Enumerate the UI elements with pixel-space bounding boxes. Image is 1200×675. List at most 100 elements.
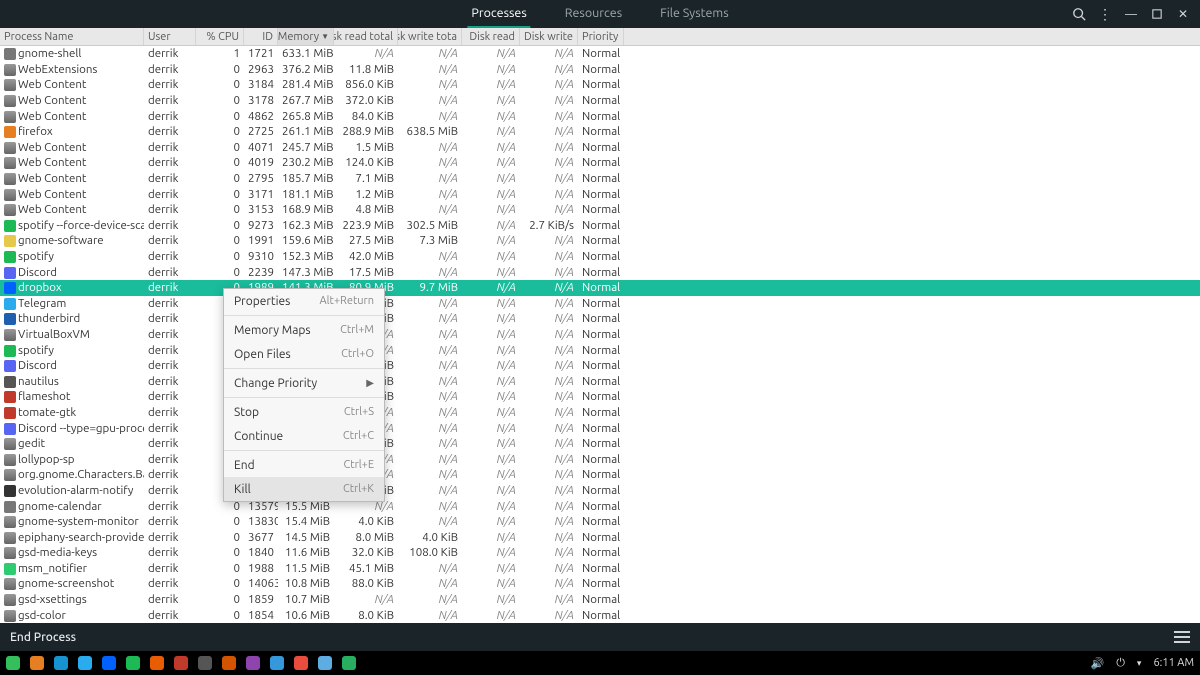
cell-user: derrik <box>144 47 196 60</box>
ctx-end[interactable]: EndCtrl+E <box>224 453 384 477</box>
cell-cpu: 0 <box>196 609 244 622</box>
table-row[interactable]: dropboxderrik01989141.3 MiB80.9 MiB9.7 M… <box>0 280 1200 296</box>
code-icon[interactable] <box>246 656 260 670</box>
table-row[interactable]: lollypop-spderrikiBN/AN/AN/AN/ANormal <box>0 451 1200 467</box>
files-icon[interactable] <box>318 656 332 670</box>
col-id[interactable]: ID <box>244 28 278 45</box>
editor-icon[interactable] <box>270 656 284 670</box>
table-row[interactable]: gnome-system-monitorderrik01383015.4 MiB… <box>0 514 1200 530</box>
table-row[interactable]: Web Contentderrik03153168.9 MiB4.8 MiBN/… <box>0 202 1200 218</box>
trash-icon[interactable] <box>174 656 188 670</box>
table-row[interactable]: WebExtensionsderrik02963376.2 MiB11.8 Mi… <box>0 62 1200 78</box>
table-row[interactable]: thunderbirdderrikiB4.6 MiBN/AN/AN/ANorma… <box>0 311 1200 327</box>
minimize-icon[interactable]: — <box>1124 7 1138 21</box>
col-disk-write-total[interactable]: Disk write tota <box>398 28 462 45</box>
search-icon[interactable] <box>1072 7 1086 21</box>
table-row[interactable]: tomate-gtkderrik/AN/AN/AN/AN/ANormal <box>0 405 1200 421</box>
tab-resources[interactable]: Resources <box>561 0 626 28</box>
table-row[interactable]: Web Contentderrik03178267.7 MiB372.0 KiB… <box>0 93 1200 109</box>
table-row[interactable]: Web Contentderrik02795185.7 MiB7.1 MiBN/… <box>0 171 1200 187</box>
menu-shortcut: Ctrl+S <box>344 406 374 418</box>
tab-processes[interactable]: Processes <box>467 0 530 28</box>
table-row[interactable]: nautilusderrikiB108.0 KiBN/AN/AN/ANormal <box>0 373 1200 389</box>
table-row[interactable]: Web Contentderrik03184281.4 MiB856.0 KiB… <box>0 77 1200 93</box>
app-icon[interactable] <box>222 656 236 670</box>
view-tabs: Processes Resources File Systems <box>467 0 732 28</box>
col-cpu[interactable]: % CPU <box>196 28 244 45</box>
col-disk-write[interactable]: Disk write <box>520 28 578 45</box>
table-row[interactable]: gsd-media-keysderrik0184011.6 MiB32.0 Ki… <box>0 545 1200 561</box>
col-disk-read-total[interactable]: Disk read total <box>334 28 398 45</box>
table-row[interactable]: Web Contentderrik04071245.7 MiB1.5 MiBN/… <box>0 140 1200 156</box>
context-menu[interactable]: PropertiesAlt+Return Memory MapsCtrl+MOpe… <box>223 288 385 502</box>
steam2-icon[interactable] <box>198 656 212 670</box>
table-row[interactable]: Web Contentderrik04019230.2 MiB124.0 KiB… <box>0 155 1200 171</box>
col-priority[interactable]: Priority <box>578 28 624 45</box>
ctx-stop[interactable]: StopCtrl+S <box>224 400 384 424</box>
table-row[interactable]: spotifyderrikiBN/AN/AN/AN/ANormal <box>0 342 1200 358</box>
process-name: gsd-xsettings <box>18 593 87 606</box>
table-row[interactable]: Web Contentderrik03171181.1 MiB1.2 MiBN/… <box>0 186 1200 202</box>
clock[interactable]: 6:11 AM <box>1153 657 1194 669</box>
ctx-properties[interactable]: PropertiesAlt+Return <box>224 289 384 313</box>
table-row[interactable]: msm_notifierderrik0198811.5 MiB45.1 MiBN… <box>0 561 1200 577</box>
table-row[interactable]: gnome-calendarderrik01357915.5 MiBN/AN/A… <box>0 498 1200 514</box>
ctx-open-files[interactable]: Open FilesCtrl+O <box>224 342 384 366</box>
table-row[interactable]: epiphany-search-providerderrik0367714.5 … <box>0 529 1200 545</box>
cell-priority: Normal <box>578 546 624 559</box>
cell-dwt: N/A <box>398 203 462 216</box>
table-row[interactable]: Discord --type=gpu-process --derrikiBN/A… <box>0 420 1200 436</box>
table-row[interactable]: VirtualBoxVMderrik/AN/AN/AN/AN/ANormal <box>0 327 1200 343</box>
cell-dr: N/A <box>462 359 520 372</box>
cell-dw: N/A <box>520 312 578 325</box>
cell-cpu: 0 <box>196 515 244 528</box>
spotify-icon[interactable] <box>126 656 140 670</box>
table-row[interactable]: flameshotderrikiB1.4 MiBN/AN/AN/ANormal <box>0 389 1200 405</box>
table-row[interactable]: Discordderrik02239147.3 MiB17.5 MiBN/AN/… <box>0 264 1200 280</box>
doc-icon[interactable] <box>294 656 308 670</box>
table-row[interactable]: TelegramderrikiB116.0 KiBN/AN/AN/ANormal <box>0 296 1200 312</box>
end-process-button[interactable]: End Process <box>10 631 76 644</box>
table-row[interactable]: gnome-shellderrik11721633.1 MiBN/AN/AN/A… <box>0 46 1200 62</box>
hamburger-menu-icon[interactable] <box>1174 631 1190 643</box>
col-disk-read[interactable]: Disk read <box>462 28 520 45</box>
table-row[interactable]: evolution-alarm-notifyderrik0198215.6 Mi… <box>0 483 1200 499</box>
table-row[interactable]: gsd-colorderrik0185410.6 MiB8.0 KiBN/AN/… <box>0 607 1200 623</box>
terminal-icon[interactable] <box>342 656 356 670</box>
col-memory[interactable]: Memory ▼ <box>278 28 334 45</box>
close-icon[interactable]: ✕ <box>1176 7 1190 21</box>
table-row[interactable]: gsd-xsettingsderrik0185910.7 MiBN/AN/AN/… <box>0 592 1200 608</box>
table-row[interactable]: DiscordderrikiB20.9 MiBN/AN/AN/ANormal <box>0 358 1200 374</box>
kebab-menu-icon[interactable]: ⋮ <box>1098 7 1112 21</box>
cell-priority: Normal <box>578 250 624 263</box>
table-row[interactable]: gnome-softwarederrik01991159.6 MiB27.5 M… <box>0 233 1200 249</box>
tab-filesystems[interactable]: File Systems <box>656 0 733 28</box>
dropbox-icon[interactable] <box>102 656 116 670</box>
volume-icon[interactable]: 🔊 <box>1091 657 1105 670</box>
ctx-continue[interactable]: ContinueCtrl+C <box>224 424 384 448</box>
col-name[interactable]: Process Name <box>0 28 144 45</box>
table-row[interactable]: Web Contentderrik04862265.8 MiB84.0 KiBN… <box>0 108 1200 124</box>
table-row[interactable]: spotify --force-device-scale-faderrik092… <box>0 218 1200 234</box>
start-menu-icon[interactable] <box>6 656 20 670</box>
steam-icon[interactable] <box>54 656 68 670</box>
vlc-icon[interactable] <box>150 656 164 670</box>
table-row[interactable]: spotifyderrik09310152.3 MiB42.0 MiBN/AN/… <box>0 249 1200 265</box>
cell-user: derrik <box>144 468 196 481</box>
table-row[interactable]: gnome-screenshotderrik01406310.8 MiB88.0… <box>0 576 1200 592</box>
telegram-icon[interactable] <box>78 656 92 670</box>
chevron-down-icon[interactable]: ▾ <box>1137 658 1142 669</box>
power-icon[interactable]: ⏻ <box>1116 657 1125 670</box>
table-row[interactable]: firefoxderrik02725261.1 MiB288.9 MiB638.… <box>0 124 1200 140</box>
cell-dw: N/A <box>520 359 578 372</box>
maximize-icon[interactable] <box>1150 7 1164 21</box>
cell-memory: 267.7 MiB <box>278 94 334 107</box>
table-row[interactable]: org.gnome.Characters.Backgrоderrik/AN/AN… <box>0 467 1200 483</box>
ctx-kill[interactable]: KillCtrl+K <box>224 477 384 501</box>
firefox-icon[interactable] <box>30 656 44 670</box>
col-user[interactable]: User <box>144 28 196 45</box>
table-row[interactable]: geditderrik/A36.0 KiBN/AN/AN/ANormal <box>0 436 1200 452</box>
ctx-memory-maps[interactable]: Memory MapsCtrl+M <box>224 318 384 342</box>
process-table[interactable]: gnome-shellderrik11721633.1 MiBN/AN/AN/A… <box>0 46 1200 623</box>
ctx-change-priority[interactable]: Change Priority▶ <box>224 371 384 395</box>
